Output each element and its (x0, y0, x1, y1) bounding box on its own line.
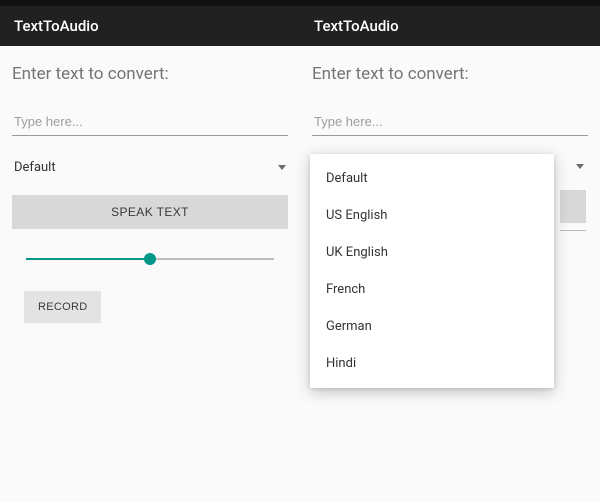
slider-thumb-icon[interactable] (144, 253, 156, 265)
app-bar: TextToAudio (0, 6, 300, 46)
language-option[interactable]: UK English (310, 234, 554, 271)
language-option[interactable]: Default (310, 160, 554, 197)
app-title: TextToAudio (14, 17, 99, 35)
app-title: TextToAudio (314, 17, 399, 35)
content-area: Enter text to convert: (300, 46, 600, 154)
app-bar: TextToAudio (300, 6, 600, 46)
content-area: Enter text to convert: Default SPEAK TEX… (0, 46, 300, 323)
language-option[interactable]: German (310, 308, 554, 345)
text-input[interactable] (12, 110, 288, 136)
chevron-down-icon (278, 165, 286, 170)
language-option[interactable]: US English (310, 197, 554, 234)
prompt-heading: Enter text to convert: (312, 64, 588, 84)
speak-button-partial (560, 190, 586, 223)
spinner-selected-label: Default (14, 160, 56, 175)
language-option[interactable]: Hindi (310, 345, 554, 382)
slider-fill (26, 258, 150, 260)
text-input[interactable] (312, 110, 588, 136)
language-option[interactable]: French (310, 271, 554, 308)
screens-container: TextToAudio Enter text to convert: Defau… (0, 6, 600, 502)
slider-track-partial (560, 230, 586, 231)
rate-slider[interactable] (26, 247, 274, 271)
chevron-down-icon (576, 164, 584, 169)
screen-left: TextToAudio Enter text to convert: Defau… (0, 6, 300, 502)
screen-right: TextToAudio Enter text to convert: Defau… (300, 6, 600, 502)
language-spinner[interactable]: Default (12, 154, 288, 181)
record-button[interactable]: RECORD (24, 291, 101, 323)
language-dropdown-menu: DefaultUS EnglishUK EnglishFrenchGermanH… (310, 154, 554, 388)
prompt-heading: Enter text to convert: (12, 64, 288, 84)
speak-button[interactable]: SPEAK TEXT (12, 195, 288, 229)
